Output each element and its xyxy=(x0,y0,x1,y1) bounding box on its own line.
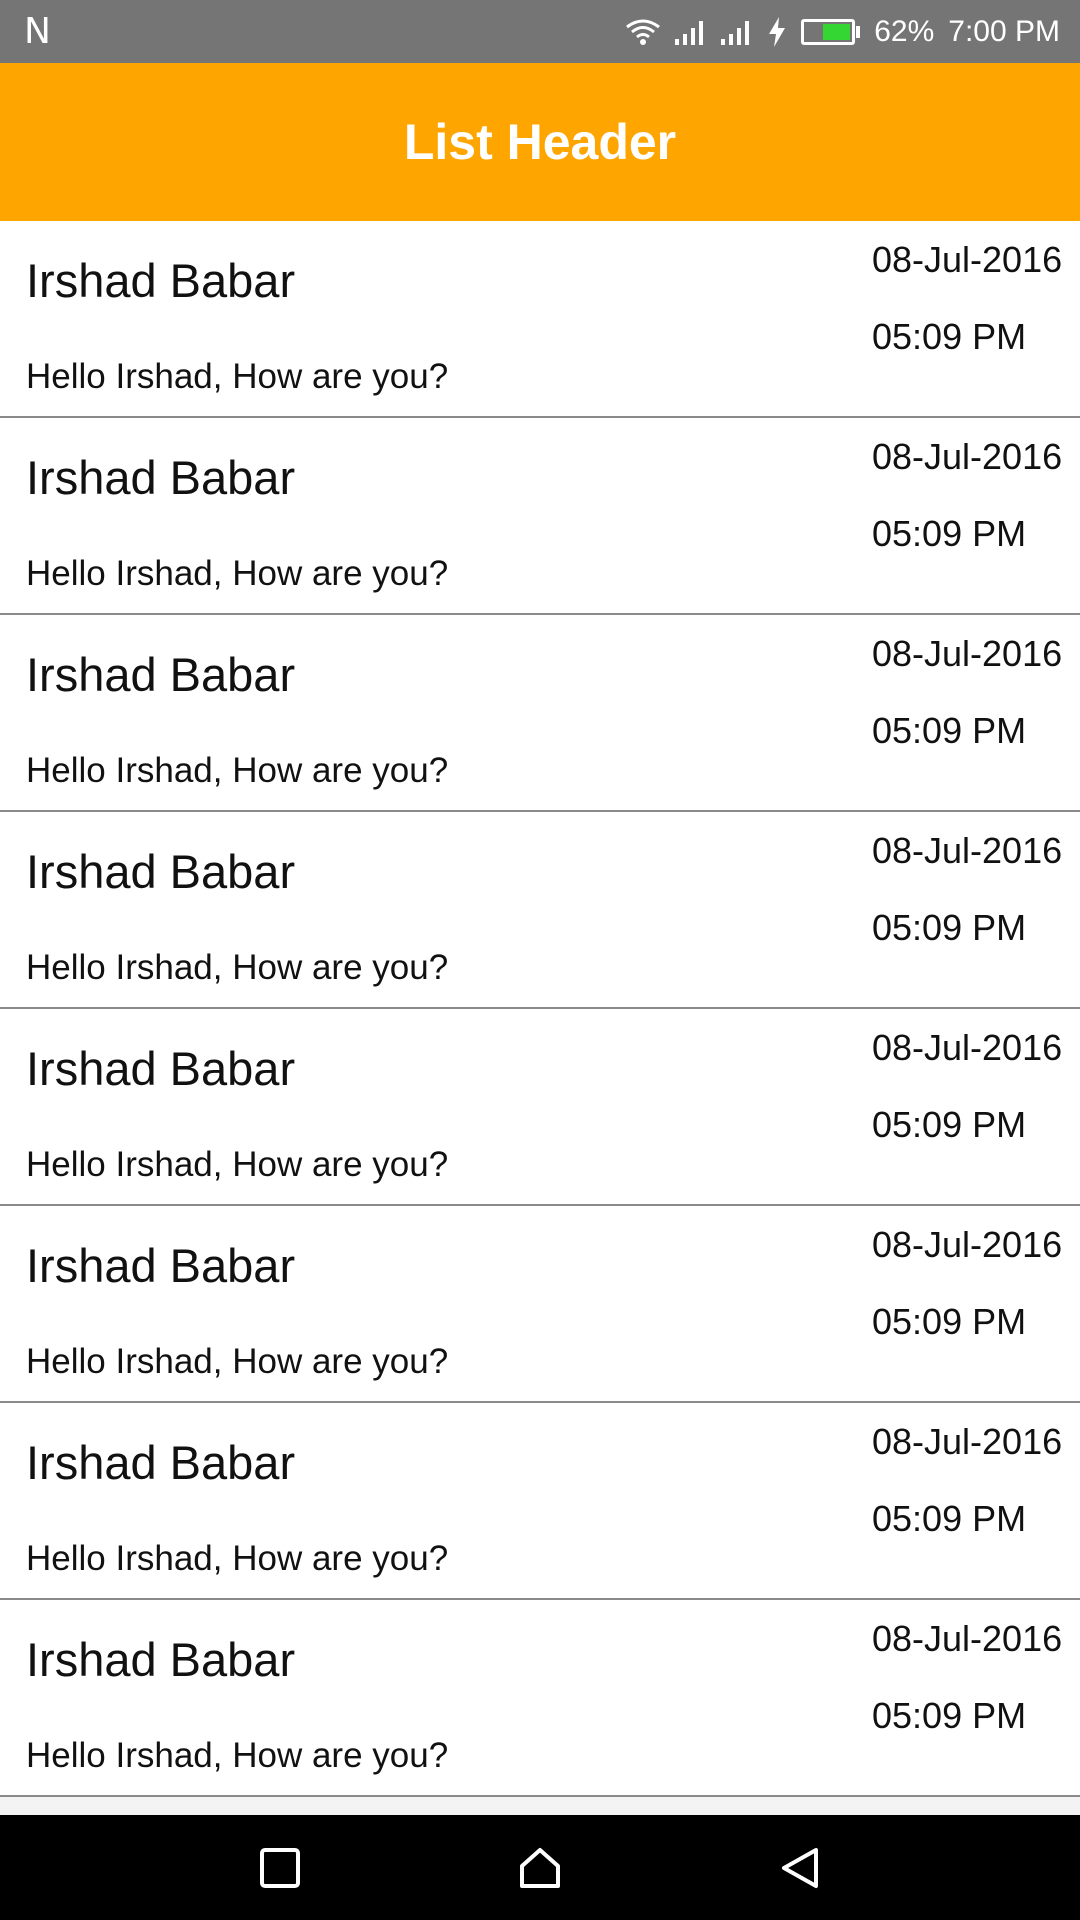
message-preview: Hello Irshad, How are you? xyxy=(26,948,449,987)
message-time: 05:09 PM xyxy=(872,1104,1027,1145)
battery-percent: 62% xyxy=(874,14,935,48)
signal-icon xyxy=(675,19,707,45)
message-preview: Hello Irshad, How are you? xyxy=(26,1539,449,1578)
contact-name: Irshad Babar xyxy=(26,1436,296,1489)
message-date: 08-Jul-2016 xyxy=(872,239,1063,280)
back-icon xyxy=(782,1847,818,1888)
contact-name: Irshad Babar xyxy=(26,648,296,701)
status-bar: N 62% 7:00 PM xyxy=(0,0,1080,63)
signal-icon xyxy=(721,19,753,45)
contact-name: Irshad Babar xyxy=(26,451,296,504)
list-item[interactable]: Irshad Babar Hello Irshad, How are you? 08… xyxy=(0,1009,1080,1206)
contact-name: Irshad Babar xyxy=(26,845,296,898)
battery-icon xyxy=(801,18,861,45)
message-preview: Hello Irshad, How are you? xyxy=(26,1736,449,1775)
list-header: List Header xyxy=(0,63,1080,221)
message-preview: Hello Irshad, How are you? xyxy=(26,357,449,396)
message-preview: Hello Irshad, How are you? xyxy=(26,554,449,593)
status-icons: 62% 7:00 PM xyxy=(625,15,1060,49)
message-time: 05:09 PM xyxy=(872,1301,1027,1342)
recents-button[interactable] xyxy=(235,1823,325,1913)
list-item[interactable]: Irshad Babar Hello Irshad, How are you? 08… xyxy=(0,221,1080,418)
contact-name: Irshad Babar xyxy=(26,1633,296,1686)
wifi-icon xyxy=(625,17,661,47)
list-item[interactable]: Irshad Babar Hello Irshad, How are you? 08… xyxy=(0,418,1080,615)
list-item[interactable]: Irshad Babar Hello Irshad, How are you? 08… xyxy=(0,1600,1080,1797)
home-icon xyxy=(520,1847,560,1888)
status-time: 7:00 PM xyxy=(948,14,1060,48)
list-item[interactable]: Irshad Babar Hello Irshad, How are you? 08… xyxy=(0,615,1080,812)
message-date: 08-Jul-2016 xyxy=(872,1027,1063,1068)
message-time: 05:09 PM xyxy=(872,1695,1027,1736)
message-preview: Hello Irshad, How are you? xyxy=(26,751,449,790)
message-preview: Hello Irshad, How are you? xyxy=(26,1145,449,1184)
message-date: 08-Jul-2016 xyxy=(872,1618,1063,1659)
list-item[interactable]: Irshad Babar Hello Irshad, How are you? 08… xyxy=(0,812,1080,1009)
notification-n-icon: N xyxy=(24,11,51,52)
home-button[interactable] xyxy=(495,1823,585,1913)
message-preview: Hello Irshad, How are you? xyxy=(26,1342,449,1381)
back-button[interactable] xyxy=(755,1823,845,1913)
navigation-bar xyxy=(0,1815,1080,1920)
list-item[interactable]: Irshad Babar Hello Irshad, How are you? 08… xyxy=(0,1403,1080,1600)
contact-name: Irshad Babar xyxy=(26,1239,296,1292)
message-time: 05:09 PM xyxy=(872,316,1027,357)
message-list[interactable]: Irshad Babar Hello Irshad, How are you? 08… xyxy=(0,221,1080,1815)
message-time: 05:09 PM xyxy=(872,1498,1027,1539)
list-item[interactable]: Irshad Babar Hello Irshad, How are you? 08… xyxy=(0,1206,1080,1403)
message-time: 05:09 PM xyxy=(872,710,1027,751)
recents-icon xyxy=(260,1847,300,1888)
message-date: 08-Jul-2016 xyxy=(872,830,1063,871)
message-date: 08-Jul-2016 xyxy=(872,633,1063,674)
contact-name: Irshad Babar xyxy=(26,254,296,307)
contact-name: Irshad Babar xyxy=(26,1042,296,1095)
page-title: List Header xyxy=(403,114,677,170)
message-date: 08-Jul-2016 xyxy=(872,1224,1063,1265)
message-time: 05:09 PM xyxy=(872,513,1027,554)
message-date: 08-Jul-2016 xyxy=(872,1421,1063,1462)
message-time: 05:09 PM xyxy=(872,907,1027,948)
message-date: 08-Jul-2016 xyxy=(872,436,1063,477)
charging-icon xyxy=(767,16,787,47)
